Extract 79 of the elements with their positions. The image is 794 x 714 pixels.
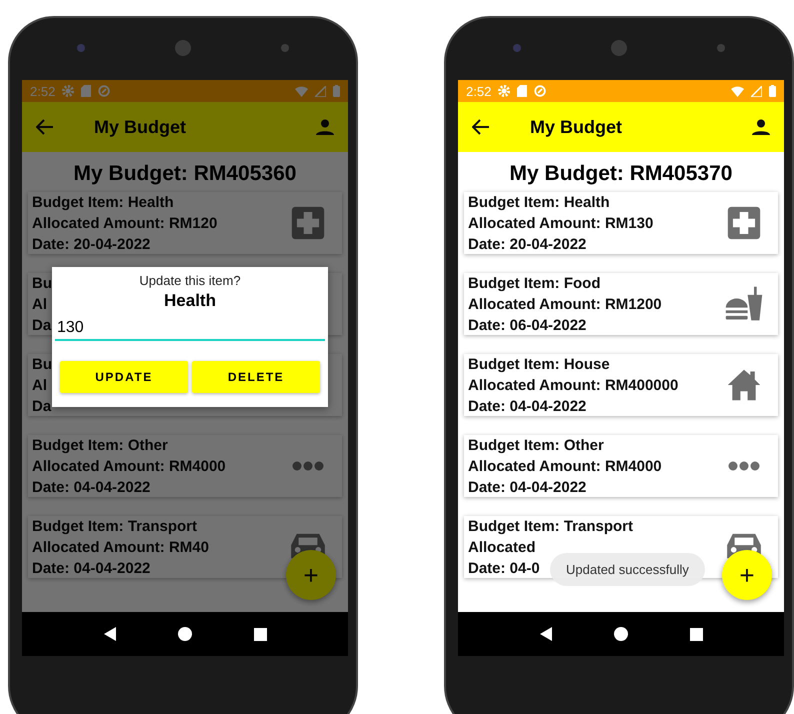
sd-card-icon — [517, 85, 528, 97]
budget-item-card[interactable]: Budget Item: Other Allocated Amount: RM4000 Date: 04-04-2022 — [28, 435, 342, 497]
card-text: Date: 04-04-2022 — [32, 478, 150, 498]
person-icon[interactable] — [752, 119, 770, 135]
card-text: Budget Item: Transport — [32, 516, 198, 536]
add-fab[interactable]: + — [722, 550, 772, 600]
circle-icon — [534, 85, 546, 97]
card-text: Budget Item: Health — [32, 192, 174, 212]
card-text: Date: 04-0 — [468, 558, 540, 578]
wifi-icon — [731, 86, 744, 96]
dialog-title: Health — [164, 291, 216, 311]
dialog-action-button[interactable]: UPDATE — [60, 361, 188, 393]
card-text: Allocated Amount: RM40 — [32, 538, 209, 558]
battery-icon — [333, 85, 340, 97]
house-icon — [726, 367, 762, 403]
sensor-icon — [717, 44, 725, 52]
add-fab[interactable]: + — [286, 550, 336, 600]
home-circle-icon[interactable] — [614, 627, 628, 641]
wifi-icon — [295, 86, 308, 96]
sensor-icon — [281, 44, 289, 52]
budget-item-card[interactable]: Budget Item: Other Allocated Amount: RM4000 Date: 04-04-2022 — [464, 435, 778, 497]
card-text: Al — [32, 294, 47, 314]
dialog-action-button[interactable]: DELETE — [192, 361, 320, 393]
card-text: Budget Item: Health — [468, 192, 610, 212]
budget-item-card[interactable]: Budget Item: Food Allocated Amount: RM1200 Date: 06-04-2022 — [464, 273, 778, 335]
card-text: Date: 20-04-2022 — [468, 234, 586, 254]
card-text: Budget Item: Other — [468, 436, 604, 456]
back-arrow-icon[interactable] — [472, 119, 490, 135]
sd-card-icon — [81, 85, 92, 97]
card-text: Date: 20-04-2022 — [32, 234, 150, 254]
budget-item-card[interactable]: Budget Item: Health Allocated Amount: RM130 Date: 20-04-2022 — [464, 192, 778, 254]
card-text: Date: 04-04-2022 — [468, 478, 586, 498]
back-triangle-icon[interactable] — [540, 627, 552, 641]
home-circle-icon[interactable] — [178, 627, 192, 641]
medical-cross-icon — [291, 206, 325, 240]
card-text: Da — [32, 316, 52, 336]
card-text: Allocated Amount: RM130 — [468, 214, 654, 234]
card-text: Date: 04-04-2022 — [32, 558, 150, 578]
back-triangle-icon[interactable] — [104, 627, 116, 641]
budget-item-card[interactable]: Budget Item: Health Allocated Amount: RM120 Date: 20-04-2022 — [28, 192, 342, 254]
card-text: Allocated Amount: RM4000 — [32, 456, 226, 476]
card-text: Allocated Amount: RM1200 — [468, 294, 662, 314]
budget-item-card[interactable]: Budget Item: House Allocated Amount: RM400000 Date: 04-04-2022 — [464, 354, 778, 416]
recents-square-icon[interactable] — [254, 628, 266, 640]
card-text: Budget Item: Other — [32, 436, 168, 456]
camera-icon — [513, 44, 521, 52]
budget-total-heading: My Budget: RM405360 — [72, 161, 298, 187]
speaker-grille-icon — [611, 40, 627, 56]
app-bar-title: My Budget — [94, 116, 187, 138]
signal-icon — [315, 86, 326, 96]
speaker-grille-icon — [175, 40, 191, 56]
battery-icon — [769, 85, 776, 97]
budget-total-heading: My Budget: RM405370 — [508, 161, 734, 187]
camera-icon — [77, 44, 85, 52]
signal-icon — [751, 86, 762, 96]
card-text: Da — [32, 396, 52, 416]
card-text: Bu — [32, 354, 52, 374]
status-time: 2:52 — [30, 84, 56, 98]
card-text: Allocated Amount: RM4000 — [468, 456, 662, 476]
medical-cross-icon — [727, 206, 761, 240]
burger-and-drink-icon — [724, 285, 764, 323]
dialog-prompt: Update this item? — [139, 273, 241, 288]
card-text: Budget Item: House — [468, 354, 610, 374]
card-text: Budget Item: Transport — [468, 516, 634, 536]
card-text: Budget Item: Food — [468, 274, 600, 294]
status-time: 2:52 — [466, 84, 492, 98]
card-text: Allocated Amount: RM120 — [32, 214, 218, 234]
toast-message: Updated successfully — [550, 553, 705, 586]
card-text: Date: 06-04-2022 — [468, 316, 586, 336]
more-dots-icon — [292, 461, 324, 471]
more-dots-icon — [728, 461, 760, 471]
app-bar-title: My Budget — [530, 116, 623, 138]
card-text: Allocated Amount: RM400000 — [468, 376, 678, 396]
card-text: Date: 04-04-2022 — [468, 396, 586, 416]
circle-icon — [98, 85, 110, 97]
card-text: Allocated — [468, 538, 536, 558]
card-text: Al — [32, 376, 47, 396]
recents-square-icon[interactable] — [690, 628, 702, 640]
card-text: Bu — [32, 274, 52, 294]
